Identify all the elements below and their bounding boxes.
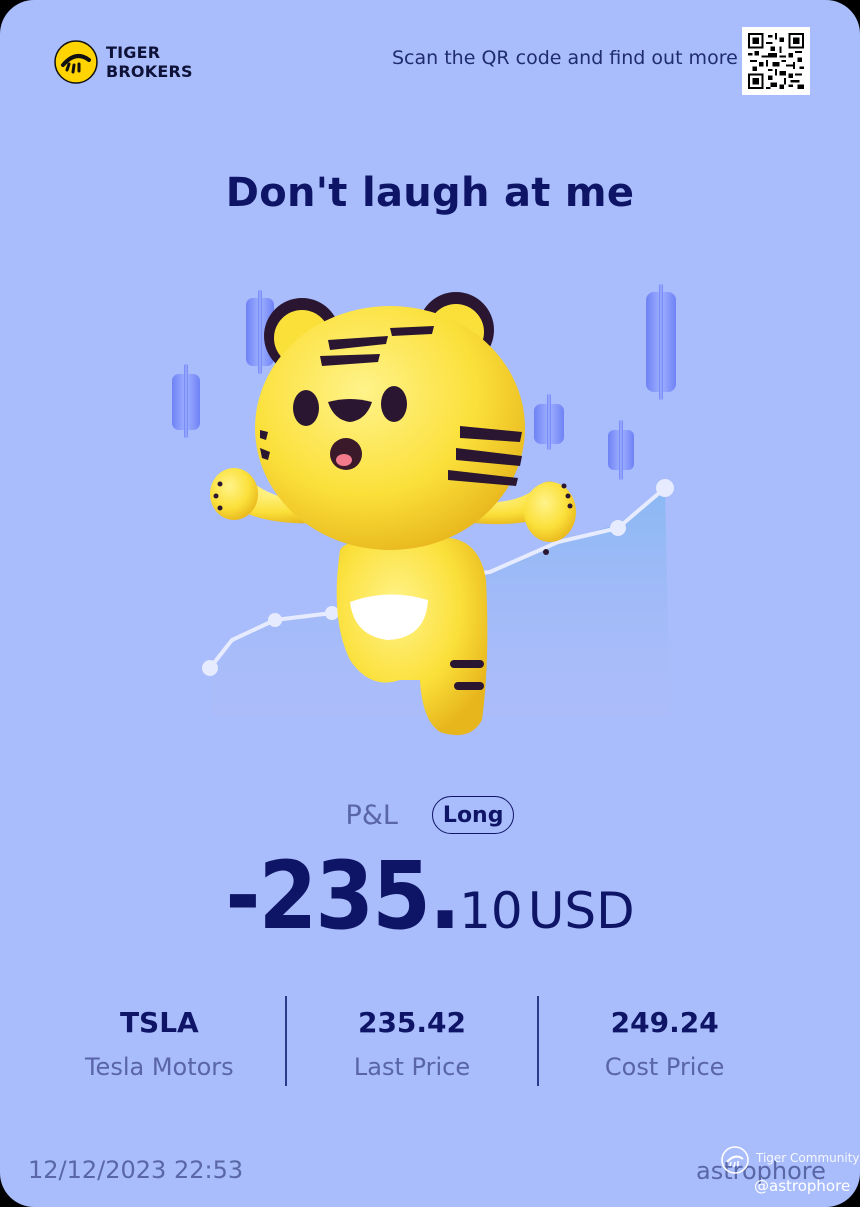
pnl-share-card: TIGER BROKERS Scan the QR code and find … — [0, 0, 860, 1207]
pnl-amount: -235.10 USD — [0, 842, 860, 951]
last-price-value: 235.42 — [357, 1006, 467, 1039]
community-watermark: Tiger Community @astrophore — [720, 1143, 860, 1199]
brand-name-line2: BROKERS — [106, 62, 193, 81]
stat-cost-price: 249.24 Cost Price — [539, 996, 790, 1088]
qr-code-icon — [748, 33, 804, 89]
tiger-stripes-logo-icon — [54, 40, 98, 84]
timestamp: 12/12/2023 22:53 — [28, 1156, 244, 1184]
last-price-label: Last Price — [353, 1053, 471, 1081]
stat-ticker: TSLA Tesla Motors — [34, 996, 285, 1088]
brand-name: TIGER BROKERS — [106, 43, 193, 81]
cost-price-value: 249.24 — [610, 1006, 719, 1039]
pnl-currency: USD — [527, 882, 635, 940]
stat-last-price: 235.42 Last Price — [287, 996, 538, 1088]
ticker-symbol: TSLA — [119, 1006, 199, 1039]
scan-qr-text: Scan the QR code and find out more — [392, 47, 738, 69]
watermark-title: Tiger Community — [756, 1151, 860, 1165]
brand: TIGER BROKERS — [54, 40, 193, 84]
pnl-amount-decimal: 10 — [459, 882, 523, 940]
watermark-handle: @astrophore — [754, 1177, 851, 1195]
tiger-community-icon — [721, 1146, 749, 1174]
pnl-row: P&L Long — [0, 796, 860, 834]
company-name: Tesla Motors — [84, 1053, 234, 1081]
tiger-mascot-icon — [172, 284, 676, 736]
stats-row: TSLA Tesla Motors 235.42 Last Price 249.… — [34, 996, 790, 1088]
position-type-badge: Long — [431, 796, 515, 834]
cost-price-label: Cost Price — [604, 1053, 725, 1081]
pnl-label: P&L — [345, 799, 398, 831]
qr-code[interactable] — [742, 27, 810, 95]
pnl-amount-integer: -235. — [225, 842, 461, 951]
brand-name-line1: TIGER — [106, 43, 161, 62]
headline: Don't laugh at me — [225, 170, 635, 216]
